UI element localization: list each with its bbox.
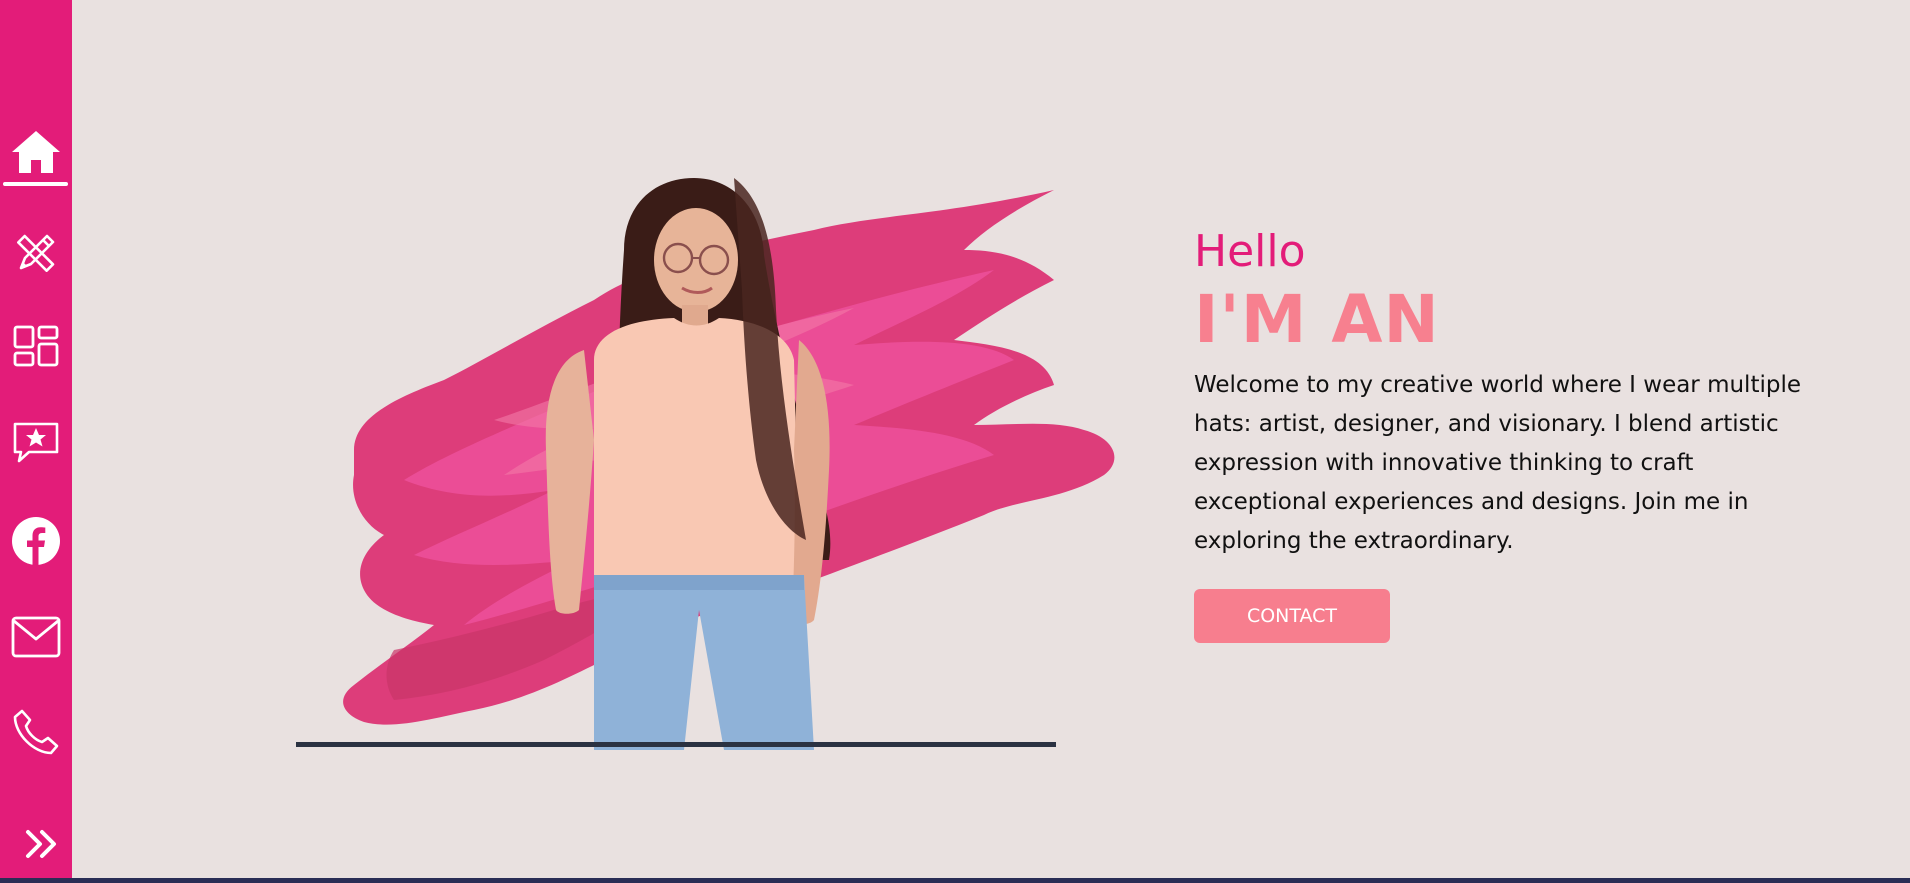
headline: I'M AN (1194, 281, 1440, 358)
main-content: Hello I'M AN Welcome to my creative worl… (72, 0, 1910, 883)
mail-icon (11, 616, 61, 658)
hero-portrait (343, 178, 1115, 750)
expand-sidebar-button[interactable] (6, 812, 78, 876)
double-chevron-right-icon (26, 830, 56, 858)
active-indicator (3, 182, 68, 186)
phone-icon (13, 709, 59, 755)
sidebar-item-testimonials[interactable] (0, 410, 72, 474)
sidebar-item-skills[interactable] (0, 221, 72, 285)
hero-text: Hello I'M AN Welcome to my creative worl… (1194, 222, 1834, 643)
greeting: Hello (1194, 226, 1306, 277)
dashboard-grid-icon (13, 325, 59, 367)
pencil-ruler-icon (17, 234, 55, 272)
sidebar (0, 0, 72, 883)
sidebar-item-phone[interactable] (0, 700, 72, 764)
star-message-icon (13, 422, 59, 463)
home-icon (12, 131, 60, 173)
sidebar-item-facebook[interactable] (0, 509, 72, 573)
sidebar-item-email[interactable] (0, 605, 72, 669)
sidebar-item-portfolio[interactable] (0, 314, 72, 378)
bottom-edge (0, 878, 1910, 883)
hero-baseline (296, 742, 1056, 747)
sidebar-item-home[interactable] (0, 120, 72, 184)
contact-button[interactable]: CONTACT (1194, 589, 1390, 643)
facebook-icon (12, 517, 60, 565)
intro-paragraph: Welcome to my creative world where I wea… (1194, 372, 1801, 554)
